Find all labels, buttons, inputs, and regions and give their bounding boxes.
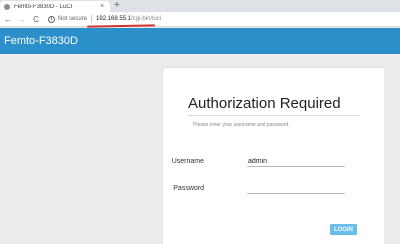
password-field[interactable] bbox=[247, 183, 345, 194]
address-toolbar: ← → C i Not secure 192.168.55.1 /cgi-bin… bbox=[0, 12, 400, 27]
login-button[interactable]: LOGIN bbox=[330, 224, 357, 235]
title-divider bbox=[188, 115, 360, 116]
login-card: Authorization Required Please enter your… bbox=[162, 67, 384, 244]
back-arrow-icon[interactable]: ← bbox=[2, 15, 14, 24]
app-header: Femto-F3830D bbox=[0, 28, 400, 54]
username-label: Username bbox=[171, 158, 204, 165]
reload-icon[interactable]: C bbox=[30, 15, 42, 24]
username-field[interactable] bbox=[247, 156, 345, 167]
forward-arrow-icon[interactable]: → bbox=[16, 15, 28, 24]
page-title: Authorization Required bbox=[188, 95, 341, 112]
url-path: /cgi-bin/luci bbox=[131, 16, 162, 22]
brand-title[interactable]: Femto-F3830D bbox=[4, 35, 78, 47]
url-host: 192.168.55.1 bbox=[96, 16, 132, 22]
address-bar[interactable]: i Not secure 192.168.55.1 /cgi-bin/luci bbox=[48, 14, 161, 25]
tab-title: Femto-F3830D - LuCI bbox=[14, 3, 73, 10]
new-tab-button[interactable]: + bbox=[114, 0, 120, 12]
password-label: Password bbox=[173, 185, 204, 192]
security-label: Not secure bbox=[58, 16, 88, 22]
login-hint: Please enter your username and password. bbox=[193, 122, 290, 128]
globe-icon bbox=[4, 3, 10, 10]
divider bbox=[91, 15, 93, 23]
browser-tab[interactable]: Femto-F3830D - LuCI × bbox=[0, 1, 110, 12]
tab-strip: Femto-F3830D - LuCI × + bbox=[0, 0, 400, 12]
close-icon[interactable]: × bbox=[97, 3, 107, 10]
info-icon[interactable]: i bbox=[48, 15, 55, 23]
